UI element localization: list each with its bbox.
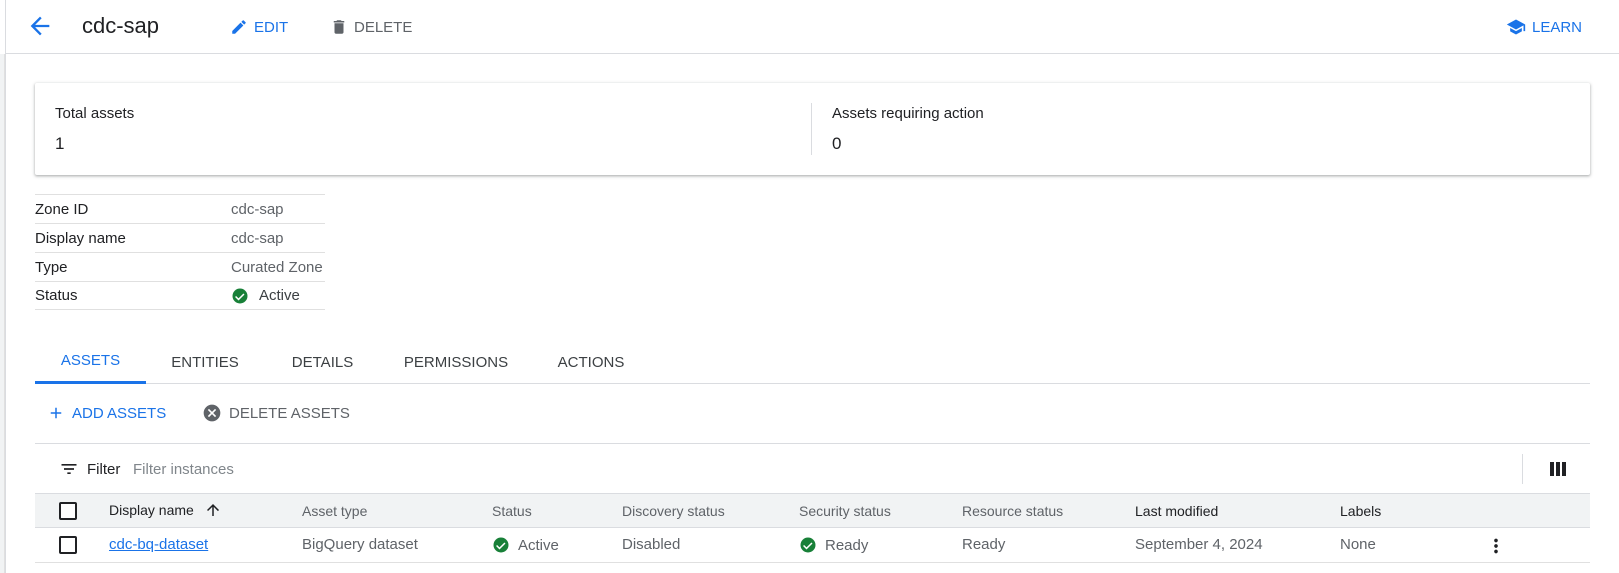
property-key: Display name: [35, 229, 126, 247]
summary-card: Total assets 1 Assets requiring action 0: [35, 83, 1590, 175]
check-circle-icon: [493, 537, 509, 553]
arrow-upward-icon: [206, 504, 219, 516]
arrow-back-icon: [30, 16, 50, 36]
requiring-action-label: Assets requiring action: [832, 105, 984, 122]
tab-entities[interactable]: ENTITIES: [146, 340, 264, 384]
last-modified-cell: September 4, 2024: [1135, 536, 1263, 553]
column-header-discovery-status[interactable]: Discovery status: [622, 503, 725, 519]
security-status-text: Ready: [825, 536, 869, 554]
zone-properties: Zone ID cdc-sap Display name cdc-sap Typ…: [35, 194, 325, 310]
delete-assets-label: DELETE ASSETS: [229, 404, 350, 422]
edit-button[interactable]: EDIT: [230, 16, 288, 38]
total-assets-label: Total assets: [55, 105, 135, 122]
property-value: cdc-sap: [231, 200, 284, 218]
labels-cell: None: [1340, 536, 1376, 553]
row-checkbox[interactable]: [59, 536, 77, 554]
pencil-icon: [232, 20, 246, 34]
view-column-icon: [1550, 462, 1566, 476]
property-value-status: Active: [231, 287, 300, 305]
tab-permissions[interactable]: PERMISSIONS: [381, 340, 531, 384]
property-value: Curated Zone: [231, 258, 323, 276]
property-row: Zone ID cdc-sap: [35, 194, 325, 223]
column-display-button[interactable]: [1547, 459, 1569, 479]
cancel-icon: [203, 404, 221, 422]
tab-assets[interactable]: ASSETS: [35, 340, 146, 384]
tab-bar: ASSETS ENTITIES DETAILS PERMISSIONS ACTI…: [35, 340, 1590, 384]
asset-name-link[interactable]: cdc-bq-dataset: [109, 536, 208, 553]
column-header-labels[interactable]: Labels: [1340, 503, 1381, 519]
filter-list-icon: [61, 464, 77, 474]
filter-bar: Filter: [35, 443, 1590, 493]
table-header: Display name Asset type Status Discovery…: [35, 493, 1590, 528]
page-title: cdc-sap: [82, 13, 160, 38]
assets-table: Display name Asset type Status Discovery…: [35, 493, 1590, 563]
property-key: Status: [35, 287, 78, 304]
column-header-last-modified[interactable]: Last modified: [1135, 503, 1218, 519]
discovery-status-cell: Disabled: [622, 536, 681, 553]
filter-label: Filter: [87, 460, 121, 478]
add-assets-button[interactable]: ADD ASSETS: [47, 401, 166, 425]
delete-label: DELETE: [354, 18, 413, 36]
status-text: Active: [518, 536, 559, 554]
security-status-cell: Ready: [799, 536, 868, 554]
status-text: Active: [259, 287, 300, 304]
delete-assets-button[interactable]: DELETE ASSETS: [202, 401, 350, 425]
property-value: cdc-sap: [231, 229, 284, 247]
check-circle-icon: [232, 288, 248, 303]
row-more-button[interactable]: [1485, 534, 1507, 558]
delete-button[interactable]: DELETE: [330, 16, 412, 38]
property-key: Type: [35, 258, 68, 276]
resource-status-cell: Ready: [962, 536, 1006, 553]
add-assets-label: ADD ASSETS: [72, 404, 167, 422]
tab-details[interactable]: DETAILS: [264, 340, 381, 384]
column-header-label: Display name: [109, 502, 194, 518]
trash-icon: [333, 20, 345, 34]
property-row: Type Curated Zone: [35, 252, 325, 281]
column-header-status[interactable]: Status: [492, 503, 532, 519]
column-header-asset-type[interactable]: Asset type: [302, 503, 367, 519]
back-button[interactable]: [26, 12, 54, 40]
filter-divider: [1522, 454, 1523, 484]
tab-actions[interactable]: ACTIONS: [531, 340, 651, 384]
asset-type-cell: BigQuery dataset: [302, 536, 418, 553]
check-circle-icon: [800, 537, 816, 553]
school-icon: [1506, 19, 1526, 35]
property-row: Display name cdc-sap: [35, 223, 325, 252]
total-assets-value: 1: [55, 134, 65, 153]
filter-input[interactable]: [133, 456, 1433, 482]
left-scrollbar[interactable]: [0, 0, 6, 573]
edit-label: EDIT: [254, 18, 289, 36]
column-header-security-status[interactable]: Security status: [799, 503, 891, 519]
property-key: Zone ID: [35, 200, 89, 218]
property-row: Status Active: [35, 281, 325, 310]
select-all-checkbox[interactable]: [59, 502, 77, 520]
filter-button[interactable]: Filter: [59, 459, 120, 479]
status-cell: Active: [492, 536, 559, 554]
more-vert-icon: [1494, 538, 1498, 554]
page-header: cdc-sap EDIT DELETE LEARN: [6, 0, 1619, 54]
summary-divider: [811, 103, 812, 155]
learn-label: LEARN: [1532, 18, 1583, 36]
learn-button[interactable]: LEARN: [1506, 16, 1582, 38]
requiring-action-value: 0: [832, 134, 842, 153]
table-row: cdc-bq-dataset BigQuery dataset Active D…: [35, 528, 1590, 563]
column-header-display-name[interactable]: Display name: [109, 501, 222, 519]
plus-icon: [50, 407, 62, 419]
left-scrollbar-thumb[interactable]: [0, 54, 5, 573]
column-header-resource-status[interactable]: Resource status: [962, 503, 1063, 519]
